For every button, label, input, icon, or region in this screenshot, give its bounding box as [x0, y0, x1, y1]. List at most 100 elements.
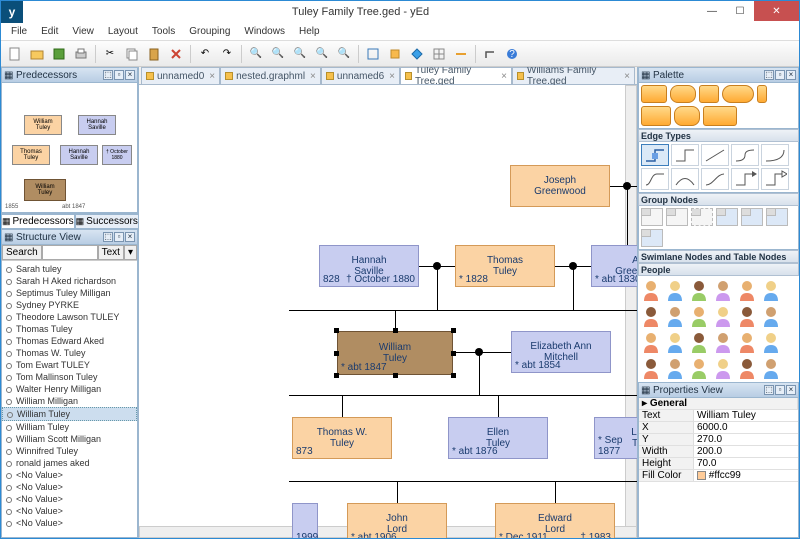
edge-type-3[interactable] — [701, 144, 729, 166]
tree-item[interactable]: Septimus Tuley Milligan — [2, 287, 137, 299]
prop-value[interactable]: 6000.0 — [694, 422, 798, 433]
people-header[interactable]: People — [638, 263, 799, 276]
tab-close-icon[interactable]: × — [310, 71, 316, 82]
person-icon[interactable] — [688, 304, 710, 328]
node-edward[interactable]: Edward Lord* Dec 1911† 1983 — [495, 503, 615, 538]
tree-item[interactable]: Sarah tuley — [2, 263, 137, 275]
person-icon[interactable] — [664, 330, 686, 354]
node-ann[interactable]: Ann Greenwood* abt 1830 — [591, 245, 637, 287]
shape-roundrect2[interactable] — [699, 85, 719, 103]
edge-type-1[interactable] — [641, 144, 669, 166]
tree-item[interactable]: Tom Ewart TULEY — [2, 359, 137, 371]
tab-close-icon[interactable]: × — [389, 71, 395, 82]
center-button[interactable] — [385, 44, 405, 64]
menu-tools[interactable]: Tools — [146, 25, 181, 38]
selection-handle[interactable] — [451, 351, 456, 356]
person-icon[interactable] — [712, 304, 734, 328]
tab-predecessors[interactable]: ▦ Predecessors — [1, 214, 75, 229]
redo-button[interactable]: ↷ — [217, 44, 237, 64]
tab-close-icon[interactable]: × — [624, 71, 630, 82]
zoom-area-button[interactable]: 🔍 — [334, 44, 354, 64]
selection-handle[interactable] — [393, 373, 398, 378]
selection-handle[interactable] — [334, 373, 339, 378]
menu-file[interactable]: File — [5, 25, 33, 38]
tree-item[interactable]: Thomas Edward Aked — [2, 335, 137, 347]
doc-tab[interactable]: nested.graphml× — [220, 67, 321, 84]
doc-tab[interactable]: unnamed6× — [321, 67, 400, 84]
person-icon[interactable] — [736, 356, 758, 380]
paste-button[interactable] — [144, 44, 164, 64]
tree-item[interactable]: Thomas W. Tuley — [2, 347, 137, 359]
group-node-6[interactable] — [766, 208, 788, 226]
vertical-scrollbar[interactable] — [625, 85, 637, 538]
prop-value[interactable]: 200.0 — [694, 446, 798, 457]
tree-item[interactable]: Sydney PYRKE — [2, 299, 137, 311]
tab-successors[interactable]: ▦ Successors — [75, 214, 139, 229]
swimlane-header[interactable]: Swimlane Nodes and Table Nodes — [638, 250, 799, 263]
node-a99[interactable]: 1999 — [292, 503, 318, 538]
edge-type-2[interactable] — [671, 144, 699, 166]
person-icon[interactable] — [640, 278, 662, 302]
person-icon[interactable] — [640, 304, 662, 328]
properties-panel-header[interactable]: ▦ Properties View ⬚▫× — [638, 382, 799, 398]
edge-type-5[interactable] — [761, 144, 789, 166]
grid-button[interactable] — [429, 44, 449, 64]
fit-content-button[interactable] — [363, 44, 383, 64]
selection-handle[interactable] — [334, 351, 339, 356]
tree-item[interactable]: William Scott Milligan — [2, 433, 137, 445]
prop-value[interactable]: #ffcc99 — [694, 470, 798, 481]
node-hannah[interactable]: Hannah Saville828† October 1880 — [319, 245, 419, 287]
person-icon[interactable] — [688, 330, 710, 354]
palette-panel-header[interactable]: ▦ Palette ⬚▫× — [638, 67, 799, 83]
node-lillian[interactable]: Lillian Tuley* Sep 1877† Dec 1947 — [594, 417, 637, 459]
node-joseph[interactable]: Joseph Greenwood — [510, 165, 610, 207]
edge-type-9[interactable] — [731, 168, 759, 190]
overview-canvas[interactable]: WilliamTuley HannahSaville ThomasTuley H… — [1, 83, 138, 213]
node-john[interactable]: John Lord* abt 1906 — [347, 503, 447, 538]
tree-item[interactable]: Theodore Lawson TULEY — [2, 311, 137, 323]
node-eliz[interactable]: Elizabeth Ann Mitchell* abt 1854 — [511, 331, 611, 373]
person-icon[interactable] — [760, 278, 782, 302]
zoom-fit-button[interactable]: 🔍 — [290, 44, 310, 64]
edge-type-7[interactable] — [671, 168, 699, 190]
zoom-out-button[interactable]: 🔍 — [268, 44, 288, 64]
menu-grouping[interactable]: Grouping — [183, 25, 236, 38]
edge-type-10[interactable] — [761, 168, 789, 190]
menu-windows[interactable]: Windows — [238, 25, 291, 38]
edge-type-4[interactable] — [731, 144, 759, 166]
close-button[interactable]: ✕ — [754, 1, 799, 21]
shape-roundrect[interactable] — [670, 85, 696, 103]
person-icon[interactable] — [712, 278, 734, 302]
doc-tab[interactable]: unnamed0× — [141, 67, 220, 84]
person-icon[interactable] — [664, 304, 686, 328]
person-icon[interactable] — [736, 304, 758, 328]
menu-edit[interactable]: Edit — [35, 25, 64, 38]
shape-rect2[interactable] — [641, 106, 671, 126]
prop-value[interactable]: 70.0 — [694, 458, 798, 469]
tree-item[interactable]: William Tuley — [2, 407, 137, 421]
panel-max-icon[interactable]: ▫ — [114, 70, 124, 80]
doc-tab[interactable]: Williams Family Tree.ged× — [512, 67, 635, 84]
selection-handle[interactable] — [451, 328, 456, 333]
shape-pill[interactable] — [722, 85, 754, 103]
group-node-5[interactable] — [741, 208, 763, 226]
tab-close-icon[interactable]: × — [501, 71, 507, 82]
shape-round2[interactable] — [674, 106, 700, 126]
shape-palette[interactable] — [638, 83, 799, 129]
tree-item[interactable]: <No Value> — [2, 469, 137, 481]
structure-tree[interactable]: Sarah tuleySarah H Aked richardsonSeptim… — [2, 261, 137, 537]
group-node-2[interactable] — [666, 208, 688, 226]
tree-item[interactable]: William Tuley — [2, 421, 137, 433]
prop-value[interactable]: William Tuley — [694, 410, 798, 421]
tree-item[interactable]: Walter Henry Milligan — [2, 383, 137, 395]
tree-item[interactable]: <No Value> — [2, 493, 137, 505]
open-button[interactable] — [27, 44, 47, 64]
copy-button[interactable] — [122, 44, 142, 64]
print-button[interactable] — [71, 44, 91, 64]
panel-close-icon[interactable]: × — [125, 70, 135, 80]
node-thomas[interactable]: Thomas Tuley* 1828 — [455, 245, 555, 287]
tree-item[interactable]: <No Value> — [2, 505, 137, 517]
search-input[interactable] — [42, 245, 98, 260]
search-dropdown-icon[interactable]: ▾ — [124, 245, 137, 260]
undo-button[interactable]: ↶ — [195, 44, 215, 64]
